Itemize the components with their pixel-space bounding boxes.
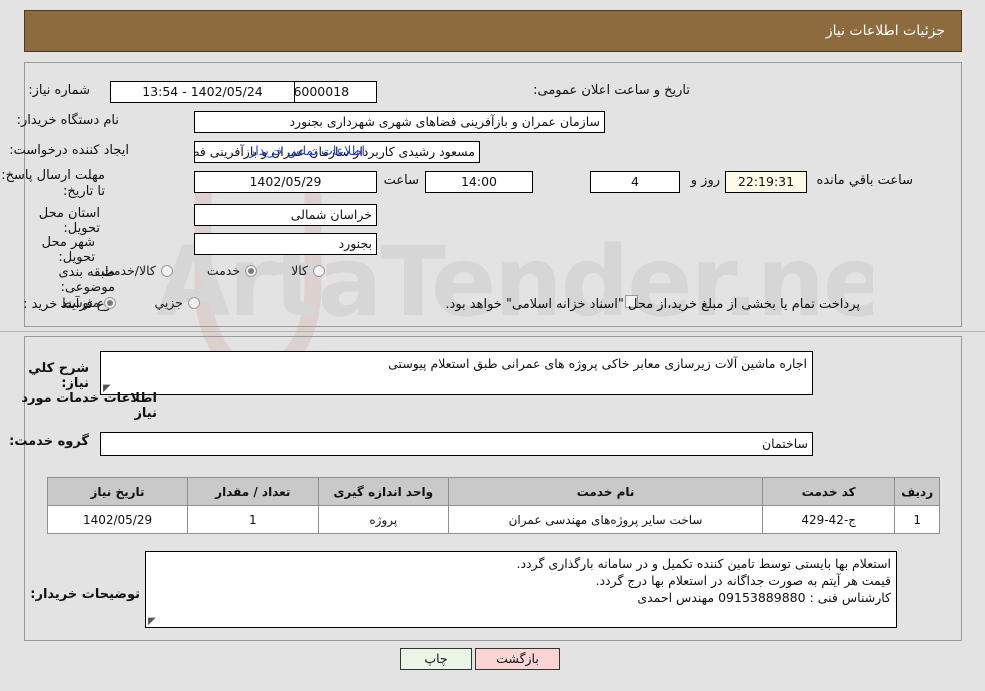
deadline-hour-field[interactable]: 14:00 [425,171,533,193]
cell-name: ساخت سایر پروژه‌های مهندسی عمران [448,505,764,534]
label-category: طبقه بندی موضوعی: [58,265,116,295]
cell-code: ج-42-429 [762,505,896,534]
label-hour: ساعت [383,173,419,188]
buyer-notes-textarea[interactable]: استعلام بها بایستی توسط تامین کننده تکمی… [145,551,897,628]
radio-motevasset[interactable] [104,296,117,309]
announce-datetime-field[interactable]: 1402/05/24 - 13:54 [110,81,295,103]
back-button[interactable]: بازگشت [475,648,560,670]
deadline-date-field[interactable]: 1402/05/29 [194,171,377,193]
category-radio-group: کالا خدمت کالا/خدمت [101,263,325,278]
buyer-note-line-2: قیمت هر آیتم به صورت جداگانه در استعلام … [595,573,892,588]
divider-upper [0,331,985,332]
label-service-group: گروه خدمت: [9,434,89,449]
category-option-kala-khedmat-label: کالا/خدمت [101,263,156,278]
print-button[interactable]: چاپ [400,648,472,670]
process-option-jozee-label: جزیي [154,295,183,310]
page-title: جزئیات اطلاعات نیاز [825,23,945,39]
section-title-services: اطلاعات خدمات مورد نیاز [21,391,157,421]
resize-grip-icon-notes[interactable]: ◥ [148,616,158,627]
col-unit: واحد اندازه گیری [317,477,450,506]
service-group-field[interactable]: ساختمان [100,432,813,456]
category-option-kala[interactable]: کالا [291,263,325,278]
col-name: نام خدمت [448,477,764,506]
process-option-motevasset-label: متوسط [60,295,100,310]
radio-kala[interactable] [313,264,325,277]
label-buyer-notes: توضیحات خریدار: [30,587,140,602]
label-hours-remaining: ساعت باقي مانده [816,173,913,188]
services-table: ردیف کد خدمت نام خدمت واحد اندازه گیری ت… [46,477,940,534]
label-buyer-org: نام دستگاه خریدار: [16,113,119,128]
process-radio-group: جزیي متوسط [60,295,200,310]
category-option-khedmat[interactable]: خدمت [206,263,258,278]
summary-text: اجاره ماشین آلات زیرسازی معابر خاکی پروژ… [388,356,807,371]
label-need-number: شماره نیاز: [28,83,90,98]
cell-quantity: 1 [187,505,319,534]
city-field[interactable]: بجنورد [194,233,377,255]
category-option-kala-khedmat[interactable]: کالا/خدمت [101,263,173,278]
buyer-contact-link[interactable]: اطلاعات تماس خریدار [249,143,365,158]
label-province: استان محل تحویل: [38,206,100,236]
cell-unit: پروژه [317,505,450,534]
cell-date: 1402/05/29 [46,505,189,534]
buyer-org-field[interactable]: سازمان عمران و بازآفرینی فضاهای شهری شهر… [194,111,605,133]
category-option-kala-label: کالا [291,263,308,278]
buyer-note-line-1: استعلام بها بایستی توسط تامین کننده تکمی… [516,556,892,571]
table-header-row: ردیف کد خدمت نام خدمت واحد اندازه گیری ت… [46,477,940,506]
radio-khedmat[interactable] [245,264,258,277]
summary-textarea[interactable]: اجاره ماشین آلات زیرسازی معابر خاکی پروژ… [100,351,813,395]
remaining-days-field[interactable]: 4 [590,171,680,193]
process-option-jozee[interactable]: جزیي [154,295,200,310]
label-announce-datetime: تاریخ و ساعت اعلان عمومی: [533,83,690,98]
label-city: شهر محل تحویل: [41,235,95,265]
province-field[interactable]: خراسان شمالی [194,204,377,226]
buyer-note-line-3: کارشناس فنی : 09153889880 مهندس احمدی [637,590,891,605]
label-days-and: روز و [690,173,720,188]
col-code: کد خدمت [762,477,896,506]
category-option-khedmat-label: خدمت [206,263,241,278]
process-option-motevasset[interactable]: متوسط [60,295,117,310]
label-request-creator: ایجاد کننده درخواست: [9,143,129,158]
table-row[interactable]: 1 ج-42-429 ساخت سایر پروژه‌های مهندسی عم… [46,505,940,534]
radio-kala-khedmat[interactable] [160,264,173,277]
page-header-bar: جزئیات اطلاعات نیاز [24,10,962,52]
col-radif: ردیف [894,477,940,506]
cell-radif: 1 [894,505,940,534]
col-quantity: تعداد / مقدار [187,477,319,506]
remaining-time-field[interactable]: 22:19:31 [725,171,807,193]
radio-jozee[interactable] [188,296,200,309]
treasury-bond-note: پرداخت تمام یا بخشی از مبلغ خرید،از محل … [445,297,860,312]
col-date: تاریخ نیاز [46,477,189,506]
label-deadline: مهلت ارسال پاسخ: تا تاریخ: [1,168,105,199]
label-summary: شرح کلي نیاز: [28,361,89,391]
